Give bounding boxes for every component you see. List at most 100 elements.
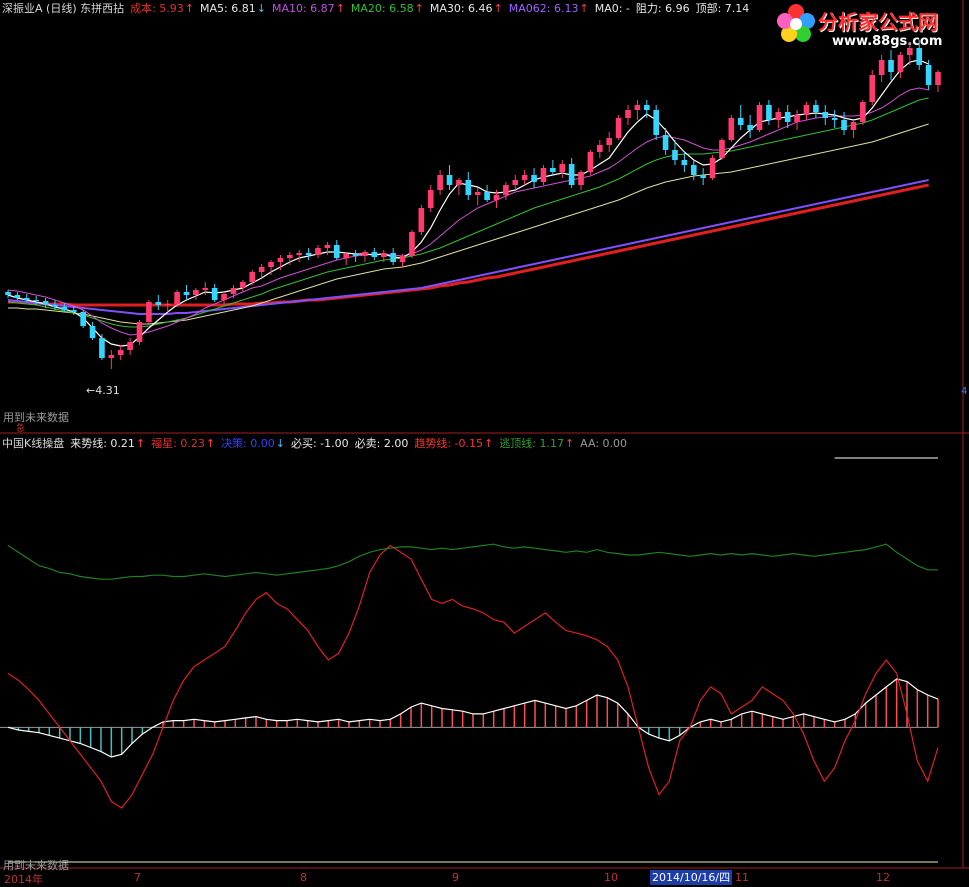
candle-body (615, 118, 622, 138)
cost-line (8, 183, 929, 307)
candle-body (803, 105, 810, 115)
candle-body (343, 254, 349, 258)
candle-body (324, 245, 331, 248)
candle-body (728, 118, 735, 140)
candle-body (672, 150, 678, 160)
candle-body (690, 165, 697, 175)
candle-body (841, 120, 847, 130)
candle-body (578, 172, 584, 185)
candle-body (681, 160, 688, 165)
right-edge-mark: 4 (961, 386, 968, 397)
ma10-line (7, 87, 929, 336)
candle-body (202, 288, 209, 290)
cursor-date-box: 2014/10/16/四 (650, 870, 733, 885)
candle-body (5, 292, 11, 295)
candle-body (240, 282, 246, 288)
candle-body (89, 326, 96, 338)
candle-body (371, 252, 378, 257)
candle-body (756, 105, 763, 130)
candle-body (418, 208, 425, 232)
candle-body (127, 342, 133, 350)
candle-body (268, 262, 274, 267)
candle-body (465, 180, 472, 195)
candle-body (484, 192, 490, 200)
candle-body (860, 102, 866, 122)
candle-body (146, 302, 152, 322)
candle-body (634, 105, 641, 110)
candle-body (503, 185, 509, 195)
x-tick-label: 2014年 (4, 873, 43, 886)
ma20-line (7, 97, 929, 328)
series-line-逃顶线 (7, 543, 938, 580)
candle-body (230, 288, 237, 294)
candle-body (14, 295, 21, 298)
x-tick-label: 7 (134, 871, 141, 884)
candle-body (775, 112, 782, 120)
candle-body (52, 305, 58, 307)
candle-body (719, 140, 725, 158)
candle-body (258, 267, 265, 272)
candle-body (512, 180, 519, 185)
candle-body (587, 152, 594, 172)
x-tick-label: 8 (300, 871, 307, 884)
candle-body (606, 138, 613, 145)
low-price-label: ←4.31 (86, 384, 120, 397)
candle-body (935, 72, 941, 85)
candle-body (193, 290, 199, 295)
candle-body (540, 168, 547, 182)
candle-body (70, 310, 77, 312)
candle-body (907, 48, 913, 55)
candle-body (380, 253, 387, 257)
candle-body (211, 288, 218, 300)
x-tick-label: 9 (452, 871, 459, 884)
candle-body (287, 255, 293, 258)
candle-body (61, 307, 68, 310)
candle-body (493, 195, 500, 200)
candle-body (737, 118, 744, 125)
candle-body (662, 135, 669, 150)
candle-body (813, 105, 819, 112)
candle-body (794, 115, 800, 122)
candle-body (164, 304, 171, 305)
x-tick-label: 11 (735, 871, 749, 884)
candle-body (409, 232, 415, 256)
candle-body (80, 312, 86, 326)
candle-body (99, 338, 105, 358)
candle-body (277, 258, 284, 262)
candle-body (352, 254, 359, 256)
candle-body (117, 350, 124, 355)
candle-body (709, 158, 716, 178)
ma5-line (7, 59, 929, 347)
candle-body (446, 175, 453, 185)
candle-body (916, 48, 923, 65)
series-line-趋势线 (7, 544, 939, 809)
candle-body (474, 192, 481, 195)
candle-body (136, 322, 143, 342)
candle-body (155, 302, 162, 305)
candle-body (399, 256, 406, 262)
candle-body (362, 252, 368, 256)
candle-body (521, 175, 528, 180)
candle-body (23, 298, 30, 300)
candle-body (221, 294, 227, 300)
candle-body (625, 110, 631, 118)
candle-body (183, 292, 190, 295)
candle-body (850, 122, 857, 130)
candle-body (531, 175, 537, 182)
candle-body (822, 112, 829, 118)
small-mark: 急 (16, 424, 26, 434)
x-tick-label: 10 (604, 871, 618, 884)
candle-body (869, 75, 876, 102)
candle-body (296, 253, 303, 255)
candle-body (568, 164, 575, 185)
candle-body (315, 248, 321, 255)
candle-body (333, 245, 340, 258)
chart-canvas (0, 0, 969, 869)
candle-body (174, 292, 180, 304)
candle-body (766, 105, 772, 120)
candle-body (559, 164, 566, 172)
candle-body (33, 300, 39, 301)
candle-body (550, 168, 556, 172)
candle-body (249, 272, 256, 282)
candle-body (878, 60, 885, 75)
